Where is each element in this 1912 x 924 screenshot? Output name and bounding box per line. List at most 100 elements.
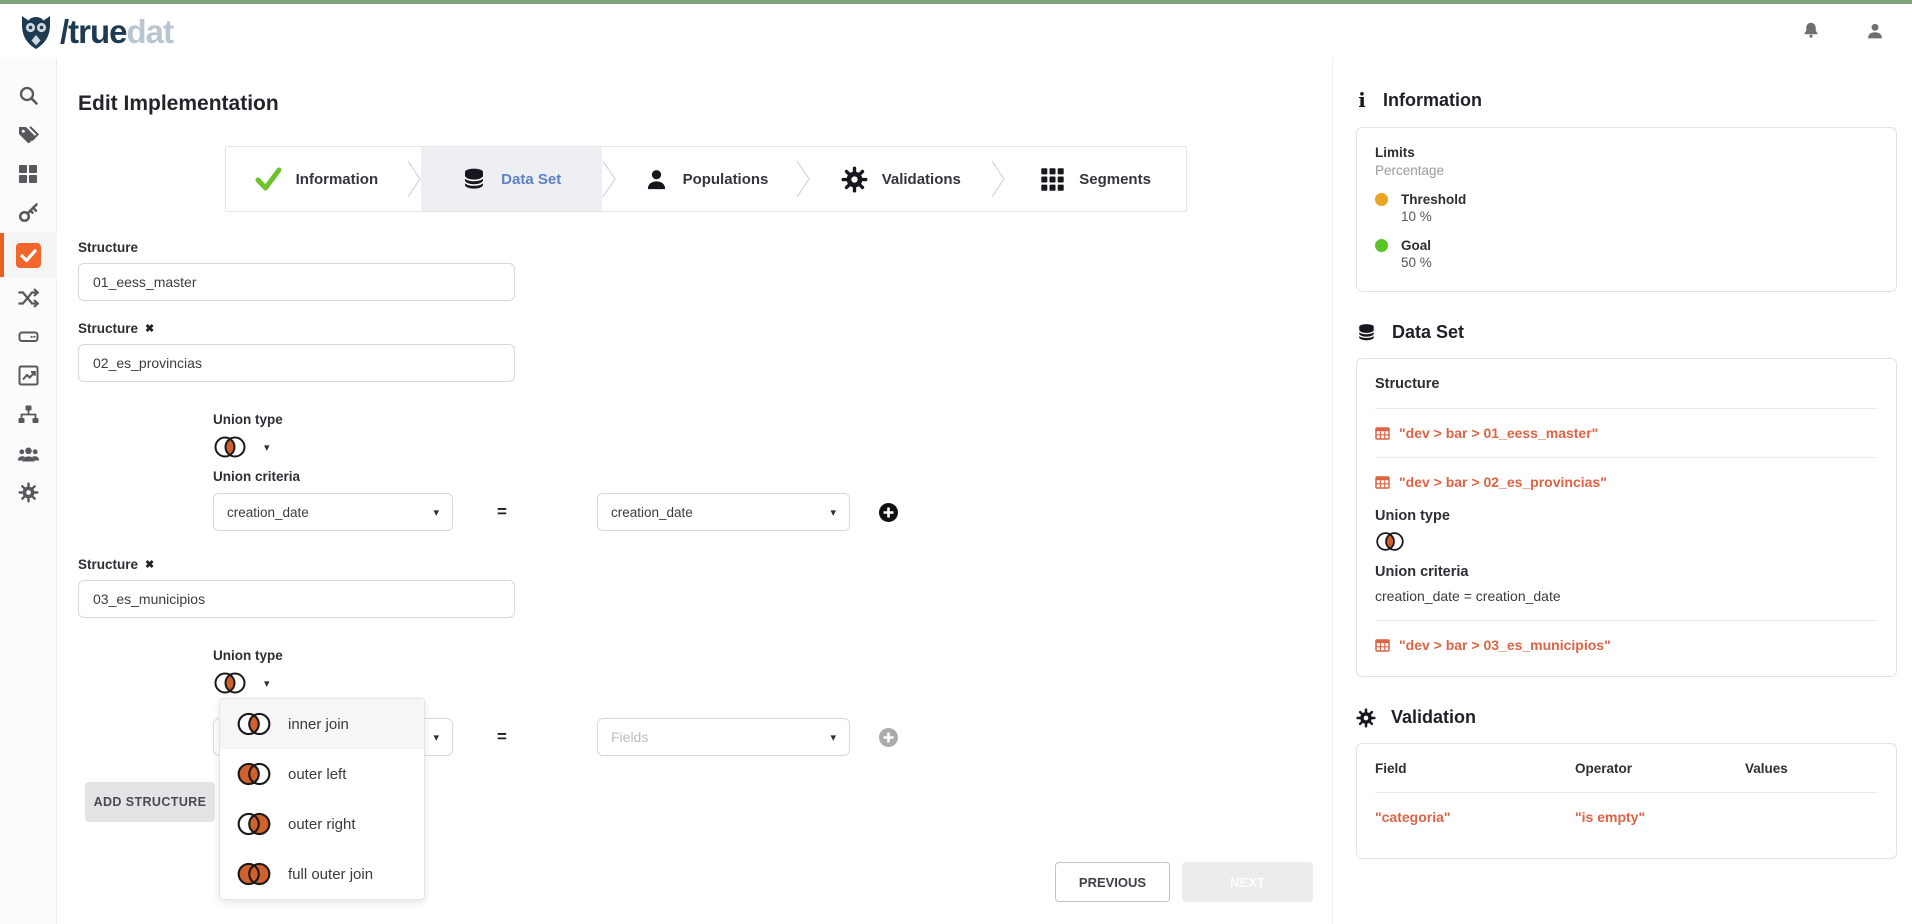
structure-input-3[interactable] [78,580,515,618]
tab-segments[interactable]: Segments [1005,147,1186,211]
settings-gear-icon [18,482,39,503]
union-type-selector[interactable]: ▾ [213,434,285,460]
chevron-down-icon: ▾ [264,677,270,690]
chevron-down-icon: ▾ [264,441,270,454]
sidebar-item-quality-rules[interactable] [0,232,57,278]
truedat-logo[interactable]: /truedat [16,11,173,51]
tab-data-set[interactable]: Data Set [421,147,602,211]
option-full-outer-join[interactable]: full outer join [220,849,424,899]
sidebar-item-lineage[interactable] [0,278,57,317]
structure-link[interactable]: "dev > bar > 03_es_municipios" [1375,637,1878,653]
page-title: Edit Implementation [78,92,1313,116]
dashboard-icon [18,164,38,184]
gear-icon [841,166,868,193]
drive-icon [18,326,39,347]
equals-operator: = [497,502,553,522]
tab-validations[interactable]: Validations [810,147,991,211]
structure-input-2[interactable] [78,344,515,382]
left-sidebar [0,58,57,924]
chevron-down-icon: ▾ [830,731,836,744]
rules-check-square-icon [15,242,42,269]
left-field-select[interactable]: creation_date ▾ [213,493,453,531]
remove-structure-icon[interactable]: ✖ [145,558,154,571]
right-field-select[interactable]: Fields ▾ [597,718,850,756]
table-icon [1375,639,1390,652]
chart-line-icon [18,365,39,386]
app-header: /truedat [0,4,1912,58]
users-icon [17,444,40,464]
database-icon [1356,322,1377,343]
venn-full-outer-join-icon [236,860,272,888]
sidebar-item-search[interactable] [0,76,57,115]
goal-dot [1375,239,1388,252]
add-criteria-button[interactable] [878,502,899,523]
sidebar-item-permissions[interactable] [0,193,57,232]
sidebar-item-settings[interactable] [0,473,57,512]
database-icon [461,166,487,192]
next-button[interactable]: NEXT [1182,862,1313,902]
venn-inner-join-icon [213,434,247,460]
wordmark: /truedat [60,15,173,48]
option-inner-join[interactable]: inner join [220,699,424,749]
union-block-2: Union type ▾ ▾ = Fields [213,648,1313,756]
sidebar-item-dashboard[interactable] [0,154,57,193]
check-icon [255,167,282,191]
sidebar-item-sources[interactable] [0,317,57,356]
dataset-form: Structure Structure ✖ Union type ▾ [78,240,1313,902]
search-icon [18,85,39,106]
structure-label-1: Structure [78,240,1313,255]
remove-structure-icon[interactable]: ✖ [145,322,154,335]
gear-icon [1356,708,1376,728]
union-criteria-row-1: creation_date ▾ = creation_date ▾ [213,493,1313,531]
tab-populations[interactable]: Populations [616,147,797,211]
validation-operator: "is empty" [1575,809,1745,825]
previous-button[interactable]: PREVIOUS [1055,862,1170,902]
threshold-value: 10 % [1401,209,1878,224]
person-icon [644,167,669,192]
chevron-separator-icon [602,159,616,199]
sidebar-item-charts[interactable] [0,356,57,395]
sidebar-item-users[interactable] [0,434,57,473]
join-type-dropdown: inner join outer left [219,698,425,900]
table-icon [1375,427,1390,440]
chevron-down-icon: ▾ [433,731,439,744]
user-icon[interactable] [1864,20,1886,42]
validation-section: Validation Field Operator Values "catego… [1356,707,1896,859]
venn-outer-left-icon [236,760,272,788]
union-type-label: Union type [213,412,1313,427]
information-section: i Information Limits Percentage Threshol… [1356,88,1896,292]
structure-label-3: Structure ✖ [78,557,1313,572]
tab-information[interactable]: Information [226,147,407,211]
option-outer-right[interactable]: outer right [220,799,424,849]
structure-link[interactable]: "dev > bar > 01_eess_master" [1375,425,1878,441]
structure-link[interactable]: "dev > bar > 02_es_provincias" [1375,474,1878,490]
union-criteria-label: Union criteria [213,469,1313,484]
venn-inner-join-icon [213,670,247,696]
shuffle-icon [17,288,39,308]
union-type-selector-open[interactable]: ▾ [213,670,285,696]
sidebar-item-tags[interactable] [0,115,57,154]
info-icon: i [1356,88,1368,112]
hierarchy-icon [17,404,40,425]
section-title: Information [1383,90,1482,111]
right-field-select[interactable]: creation_date ▾ [597,493,850,531]
union-type-label: Union type [213,648,1313,663]
validation-card: Field Operator Values "categoria" "is em… [1356,743,1897,859]
plus-circle-icon [878,727,899,748]
add-criteria-button-disabled[interactable] [878,727,899,748]
structure-label-2: Structure ✖ [78,321,1313,336]
limits-card: Limits Percentage Threshold 10 % Goal 50… [1356,127,1897,292]
notifications-icon[interactable] [1800,20,1822,42]
owl-logo-icon [16,11,56,51]
add-structure-button[interactable]: ADD STRUCTURE [85,782,215,822]
sidebar-item-hierarchy[interactable] [0,395,57,434]
union-block-1: Union type ▾ Union criteria creation_dat… [213,412,1313,531]
structure-input-1[interactable] [78,263,515,301]
option-outer-left[interactable]: outer left [220,749,424,799]
venn-inner-join-icon [236,710,272,738]
tags-icon [17,124,39,145]
summary-panel: i Information Limits Percentage Threshol… [1332,58,1912,924]
chevron-down-icon: ▾ [830,506,836,519]
key-icon [18,202,39,223]
chevron-down-icon: ▾ [433,506,439,519]
